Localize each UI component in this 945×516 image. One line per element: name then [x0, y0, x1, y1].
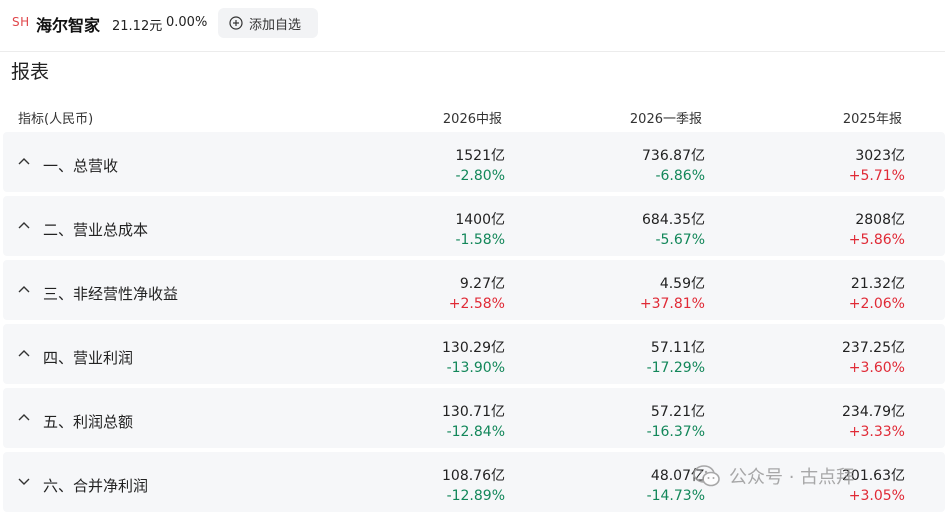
cell-change-percent: -13.90% — [446, 360, 505, 376]
cell-change-percent: +5.86% — [848, 232, 905, 248]
cell-change-percent: +2.58% — [448, 296, 505, 312]
add-to-watchlist-label: 添加自选 — [249, 17, 302, 33]
stock-change: 0.00% — [166, 15, 208, 30]
cell-change-percent: -17.29% — [646, 360, 705, 376]
table-cell: 130.29亿 -13.90% — [442, 338, 505, 378]
section-title: 报表 — [11, 61, 50, 83]
cell-value: 57.21亿 — [650, 404, 705, 420]
row-label: 一、总营收 — [43, 157, 119, 175]
cell-value: 130.71亿 — [442, 404, 505, 420]
table-cell: 9.27亿 +2.58% — [449, 274, 505, 314]
table-cell: 1521亿 -2.80% — [455, 146, 505, 186]
table-row[interactable]: 四、营业利润 130.29亿 -13.90% 57.11亿 -17.29% 237.25亿… — [3, 324, 945, 384]
cell-value: 1400亿 — [455, 212, 505, 228]
stock-header: SH 海尔智家 21.12元 0.00% 添加自选 — [0, 0, 945, 52]
chevron-up-icon[interactable] — [18, 284, 30, 294]
cell-change-percent: -12.84% — [446, 424, 505, 440]
cell-change-percent: -6.86% — [655, 168, 705, 184]
cell-value: 1521亿 — [455, 148, 505, 164]
cell-change-percent: +2.06% — [848, 296, 905, 312]
table-cell: 684.35亿 -5.67% — [642, 210, 705, 250]
table-row[interactable]: 三、非经营性净收益 9.27亿 +2.58% 4.59亿 +37.81% 21.32亿 +2… — [3, 260, 945, 320]
chevron-up-icon[interactable] — [18, 220, 30, 230]
table-cell: 57.11亿 -17.29% — [647, 338, 705, 378]
cell-value: 234.79亿 — [842, 404, 905, 420]
table-cell: 237.25亿 +3.60% — [842, 338, 905, 378]
cell-change-percent: -5.67% — [655, 232, 705, 248]
chevron-up-icon[interactable] — [18, 348, 30, 358]
table-cell: 57.21亿 -16.37% — [647, 402, 705, 442]
table-row[interactable]: 二、营业总成本 1400亿 -1.58% 684.35亿 -5.67% 2808亿 +5.8… — [3, 196, 945, 256]
row-label: 六、合并净利润 — [43, 477, 149, 495]
stock-name[interactable]: 海尔智家 — [36, 12, 100, 36]
cell-change-percent: -1.58% — [455, 232, 505, 248]
cell-change-percent: +37.81% — [639, 296, 705, 312]
cell-value: 9.27亿 — [459, 276, 505, 292]
cell-value: 57.11亿 — [650, 340, 705, 356]
cell-value: 108.76亿 — [442, 468, 505, 484]
chevron-down-icon[interactable] — [18, 476, 30, 486]
plus-circle-icon — [229, 16, 243, 30]
cell-change-percent: +3.33% — [848, 424, 905, 440]
add-to-watchlist-button[interactable]: 添加自选 — [218, 8, 318, 38]
cell-value: 4.59亿 — [659, 276, 705, 292]
table-header: 指标(人民币) 2026中报 2026一季报 2025年报 — [0, 104, 945, 130]
cell-value: 736.87亿 — [642, 148, 705, 164]
cell-change-percent: +5.71% — [848, 168, 905, 184]
table-row[interactable]: 一、总营收 1521亿 -2.80% 736.87亿 -6.86% 3023亿 +5.71% — [3, 132, 945, 192]
row-label: 五、利润总额 — [43, 413, 134, 431]
market-badge: SH — [12, 15, 30, 29]
table-cell: 2808亿 +5.86% — [849, 210, 905, 250]
row-label: 四、营业利润 — [43, 349, 134, 367]
row-label: 二、营业总成本 — [43, 221, 149, 239]
report-table: 一、总营收 1521亿 -2.80% 736.87亿 -6.86% 3023亿 +5.71%… — [3, 132, 945, 516]
wechat-icon — [693, 465, 720, 487]
table-cell: 21.32亿 +2.06% — [849, 274, 905, 314]
cell-value: 130.29亿 — [442, 340, 505, 356]
table-cell: 1400亿 -1.58% — [455, 210, 505, 250]
column-header-2025-annual[interactable]: 2025年报 — [843, 108, 902, 127]
table-cell: 736.87亿 -6.86% — [642, 146, 705, 186]
column-header-2026-q1[interactable]: 2026一季报 — [630, 108, 702, 127]
table-cell: 234.79亿 +3.33% — [842, 402, 905, 442]
cell-value: 21.32亿 — [850, 276, 905, 292]
cell-value: 237.25亿 — [842, 340, 905, 356]
table-cell: 4.59亿 +37.81% — [640, 274, 705, 314]
table-row[interactable]: 五、利润总额 130.71亿 -12.84% 57.21亿 -16.37% 234.79亿… — [3, 388, 945, 448]
watermark-text: 公众号 · 古点拜 — [729, 467, 855, 488]
row-label: 三、非经营性净收益 — [43, 285, 179, 303]
cell-change-percent: -16.37% — [646, 424, 705, 440]
table-cell: 108.76亿 -12.89% — [442, 466, 505, 506]
cell-value: 2808亿 — [855, 212, 905, 228]
cell-change-percent: +3.60% — [848, 360, 905, 376]
chevron-up-icon[interactable] — [18, 156, 30, 166]
cell-value: 684.35亿 — [642, 212, 705, 228]
cell-change-percent: -2.80% — [455, 168, 505, 184]
table-cell: 130.71亿 -12.84% — [442, 402, 505, 442]
cell-change-percent: -12.89% — [446, 488, 505, 504]
chevron-up-icon[interactable] — [18, 412, 30, 422]
stock-price: 21.12元 — [112, 19, 163, 34]
column-header-indicator: 指标(人民币) — [18, 112, 94, 127]
column-header-2026-interim[interactable]: 2026中报 — [443, 108, 502, 127]
watermark: 公众号 · 古点拜 — [693, 462, 854, 490]
cell-value: 3023亿 — [855, 148, 905, 164]
table-cell: 3023亿 +5.71% — [849, 146, 905, 186]
